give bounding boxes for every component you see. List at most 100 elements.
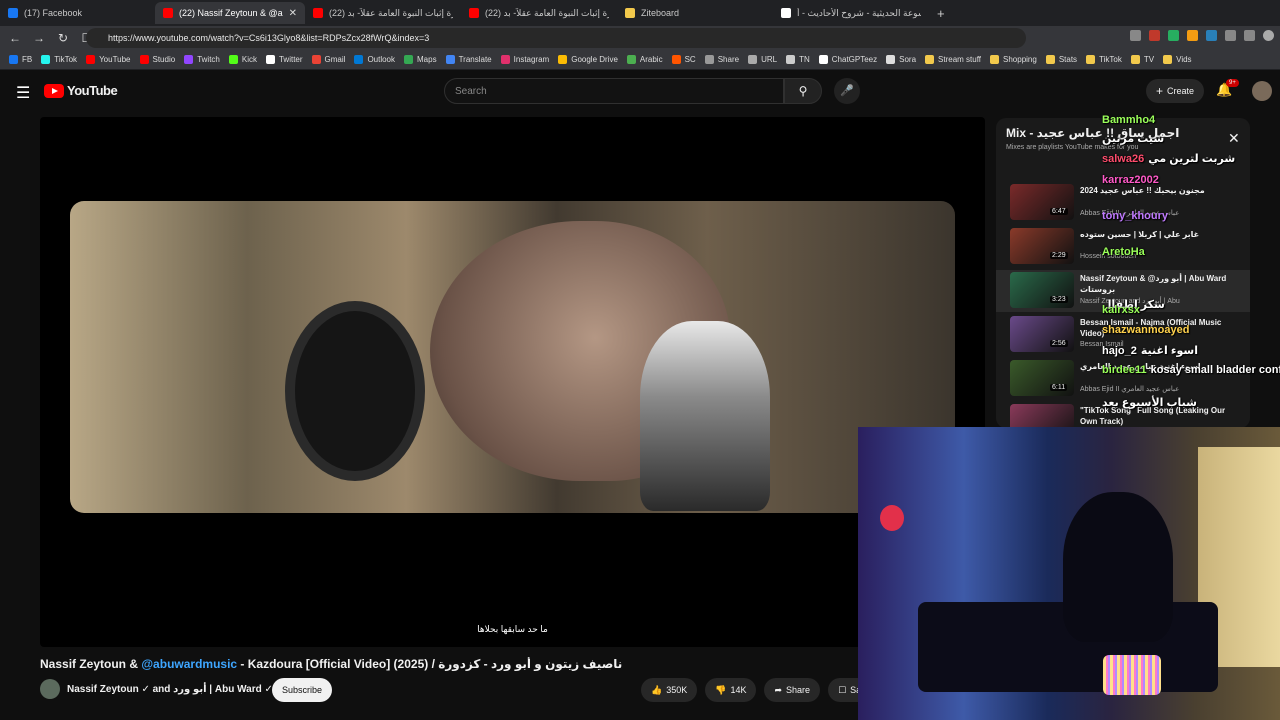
channel-avatar[interactable] xyxy=(40,679,60,699)
bookmark-item[interactable]: Outlook xyxy=(354,55,395,64)
bookmark-item[interactable]: Twitter xyxy=(265,55,303,64)
bookmark-icon xyxy=(748,55,758,64)
mic-icon: 🎤 xyxy=(840,85,854,97)
mix-list-item[interactable]: "TikTok Song" Full Song (Leaking Our Own… xyxy=(996,402,1250,428)
tab-label: (22) مناظرة إثبات النبوة العامة عقلاً- ب… xyxy=(485,7,609,18)
close-icon[interactable]: ✕ xyxy=(1228,130,1240,147)
forward-icon[interactable]: → xyxy=(30,31,48,45)
mix-list-item[interactable]: 6:11 اسوء اغنية عباس عجيد العامري Abbas Ej… xyxy=(996,358,1250,400)
url-field[interactable]: https://www.youtube.com/watch?v=Cs6i13Gl… xyxy=(86,28,1026,48)
bookmark-item[interactable]: YouTube xyxy=(86,55,131,64)
new-tab-button[interactable]: + xyxy=(937,6,945,21)
reload-icon[interactable]: ↻ xyxy=(54,31,72,45)
bookmark-item[interactable]: Vids xyxy=(1163,55,1192,64)
thumbs-up-icon: 👍 xyxy=(651,684,663,695)
bookmark-item[interactable]: Instagram xyxy=(500,55,549,64)
search-input[interactable]: Search xyxy=(444,78,784,104)
bookmark-item[interactable]: Google Drive xyxy=(558,55,618,64)
bookmark-item[interactable]: Gmail xyxy=(311,55,345,64)
create-button[interactable]: + Create xyxy=(1146,79,1204,103)
video-player[interactable]: ما حد سابقها بحلاها xyxy=(40,117,985,647)
extension-icon[interactable] xyxy=(1225,30,1236,41)
close-tab-icon[interactable]: ✕ xyxy=(283,8,297,19)
voice-search-button[interactable]: 🎤 xyxy=(834,78,860,104)
browser-tab[interactable]: (22) مناظرة إثبات النبوة العامة عقلاً- ب… xyxy=(461,2,617,24)
bookmark-icon xyxy=(626,55,636,64)
browser-tab[interactable]: (17) Facebook xyxy=(0,2,155,24)
bookmark-label: Twitter xyxy=(278,55,303,64)
title-part2: - Kazdoura [Official Video] (2025) / ناص… xyxy=(237,657,623,671)
bookmark-icon xyxy=(1163,55,1173,64)
browser-tab[interactable]: (22) Nassif Zeytoun & @abu ✕ xyxy=(155,2,305,24)
menu-icon[interactable]: ☰ xyxy=(16,83,30,103)
subscribe-button[interactable]: Subscribe xyxy=(272,678,332,702)
logo-text: YouTube xyxy=(67,83,118,98)
browser-tab[interactable]: الموسوعة الحديثية - شروح الأحاديث - أ xyxy=(773,2,929,24)
bookmark-item[interactable]: Arabic xyxy=(626,55,663,64)
bookmark-item[interactable]: Translate xyxy=(445,55,492,64)
bookmark-item[interactable]: Kick xyxy=(228,55,257,64)
bookmark-item[interactable]: FB xyxy=(9,55,32,64)
dislike-button[interactable]: 👎 14K xyxy=(705,678,757,702)
bookmark-item[interactable]: Maps xyxy=(404,55,437,64)
mix-list-item[interactable]: 2:56 Bessan Ismail - Najma (Official Musi… xyxy=(996,314,1250,356)
extension-icon[interactable] xyxy=(1149,30,1160,41)
title-mention-link[interactable]: @abuwardmusic xyxy=(141,657,237,671)
bookmark-item[interactable]: Studio xyxy=(139,55,175,64)
bookmark-item[interactable]: Sora xyxy=(886,55,916,64)
extension-icon[interactable] xyxy=(1244,30,1255,41)
bookmark-icon xyxy=(445,55,455,64)
mix-item-channel: Hossein sotoodeh xyxy=(1080,253,1137,260)
bookmark-item[interactable]: SC xyxy=(671,55,696,64)
like-button[interactable]: 👍 350K xyxy=(641,678,698,702)
tab-label: (22) Nassif Zeytoun & @abu xyxy=(179,8,283,18)
bookmarks-bar: FB TikTok YouTube Studio Twitch Kick Twitter Gm… xyxy=(0,50,1280,70)
bookmark-item[interactable]: Share xyxy=(704,55,739,64)
extension-icon[interactable] xyxy=(1206,30,1217,41)
webcam-overlay xyxy=(858,427,1280,720)
bookmark-icon xyxy=(786,55,796,64)
address-bar-row: ← → ↻ ☐ https://www.youtube.com/watch?v=… xyxy=(0,26,1280,50)
bookmark-icon xyxy=(354,55,364,64)
bookmark-icon xyxy=(86,55,96,64)
mix-item-channel: Nassif Zeytoun and أبو ورد | Abu xyxy=(1080,298,1180,305)
browser-tab[interactable]: (22) مناظرة إثبات النبوة العامة عقلاً- ب… xyxy=(305,2,461,24)
share-button[interactable]: ➦ Share xyxy=(764,678,821,702)
browser-tab[interactable]: Ziteboard xyxy=(617,2,773,24)
extension-icon[interactable] xyxy=(1130,30,1141,41)
dislike-count: 14K xyxy=(730,685,747,695)
bookmark-item[interactable]: URL xyxy=(748,55,777,64)
bookmark-label: FB xyxy=(22,55,33,64)
browser-tabbar: (17) Facebook (22) Nassif Zeytoun & @abu ✕… xyxy=(0,0,1280,26)
title-part1: Nassif Zeytoun & xyxy=(40,657,142,671)
mix-list-item[interactable]: 3:23 Nassif Zeytoun & @أبو ورد | Abu Ward… xyxy=(996,270,1250,312)
bookmark-item[interactable]: Twitch xyxy=(184,55,220,64)
mix-playlist-panel: Mix - اجمل ساق !! عباس عجيد Mixes are pl… xyxy=(996,118,1250,428)
bookmark-item[interactable]: Shopping xyxy=(990,55,1037,64)
headphones xyxy=(285,301,425,481)
bookmark-item[interactable]: TikTok xyxy=(41,55,77,64)
bookmark-item[interactable]: TN xyxy=(786,55,810,64)
extension-icon[interactable] xyxy=(1168,30,1179,41)
back-icon[interactable]: ← xyxy=(6,31,24,45)
extension-icon[interactable] xyxy=(1187,30,1198,41)
bookmark-item[interactable]: Stats xyxy=(1045,55,1077,64)
duration-badge: 2:56 xyxy=(1050,340,1068,347)
bookmark-icon xyxy=(41,55,51,64)
profile-icon[interactable] xyxy=(1263,30,1274,41)
youtube-logo[interactable]: YouTube xyxy=(44,83,118,98)
duration-badge: 2:29 xyxy=(1050,252,1068,259)
bookmark-item[interactable]: Stream stuff xyxy=(925,55,981,64)
bookmark-item[interactable]: ChatGPTeez xyxy=(818,55,877,64)
bookmark-item[interactable]: TikTok xyxy=(1086,55,1122,64)
bookmark-item[interactable]: TV xyxy=(1130,55,1154,64)
search-button[interactable]: ⚲ xyxy=(784,78,822,104)
share-label: Share xyxy=(786,685,811,695)
avatar[interactable] xyxy=(1252,81,1272,101)
bookmark-icon xyxy=(704,55,714,64)
bookmark-label: URL xyxy=(761,55,778,64)
mix-list-item[interactable]: 2:29 غابر علي | كربلا | حسين ستوده Hossein… xyxy=(996,226,1250,268)
mix-list-item[interactable]: 6:47 مجنون بيحبك !! عباس عجيد 2024 Abbas E… xyxy=(996,182,1250,224)
channel-name[interactable]: Nassif Zeytoun ✓ and أبو ورد | Abu Ward … xyxy=(67,684,273,695)
mix-title: Mix - اجمل ساق !! عباس عجيد xyxy=(1006,126,1180,140)
